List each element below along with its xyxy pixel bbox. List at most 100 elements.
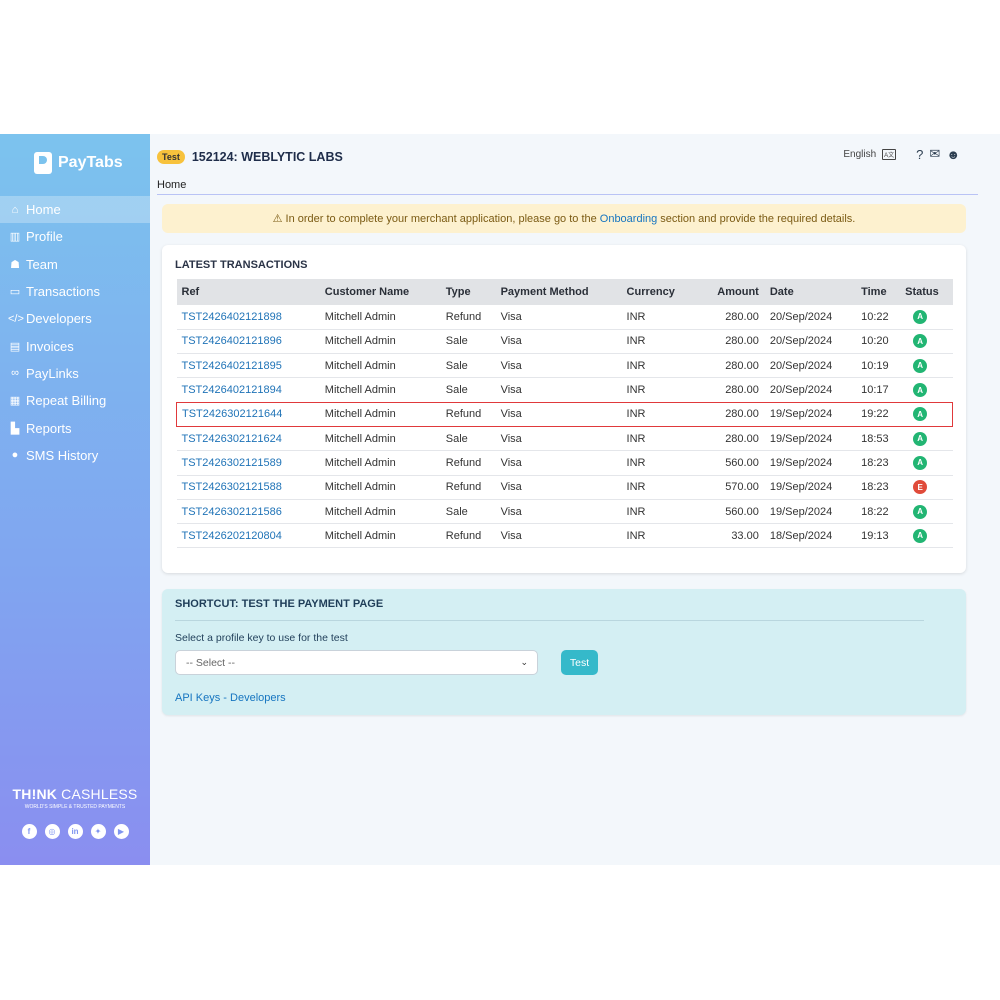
test-button[interactable]: Test (561, 650, 598, 675)
cell-ref[interactable]: TST2426202120804 (177, 524, 320, 548)
cell-ref[interactable]: TST2426302121588 (177, 475, 320, 499)
youtube-icon[interactable]: ▶ (113, 824, 129, 839)
sidebar-item-sms-history[interactable]: ● SMS History (0, 442, 150, 469)
column-header[interactable]: Payment Method (496, 279, 622, 305)
status-badge: A (913, 407, 928, 422)
cell-time: 18:53 (861, 432, 889, 445)
cell-time: 19:13 (861, 529, 889, 542)
sidebar-item-label: Team (26, 256, 58, 272)
table-row[interactable]: TST2426302121644 Mitchell Admin Refund Visa… (175, 401, 954, 427)
status-badge: A (913, 309, 928, 324)
linkedin-icon[interactable]: in (67, 824, 83, 839)
shortcut-divider (175, 620, 924, 621)
column-header[interactable]: Amount (694, 279, 765, 305)
table-row[interactable]: TST2426302121624 Mitchell Admin Sale Visa IN… (176, 426, 953, 451)
cell-ref[interactable]: TST2426402121898 (177, 305, 320, 329)
language-selector[interactable]: English (843, 149, 876, 160)
sidebar-item-reports[interactable]: ▙ Reports (0, 414, 150, 441)
cell-amount: 280.00 (725, 432, 759, 445)
cell-customer: Mitchell Admin (324, 432, 396, 445)
cell-time: 10:22 (861, 310, 889, 323)
cell-time: 10:19 (861, 359, 889, 372)
cell-ref[interactable]: TST2426402121896 (177, 329, 320, 353)
link-icon: ∞ (11, 367, 19, 380)
column-header[interactable]: Currency (622, 279, 694, 305)
cell-ref[interactable]: TST2426302121624 (177, 426, 320, 450)
topbar: Test 152124: WEBLYTIC LABS (157, 150, 343, 164)
cell-amount: 280.00 (725, 359, 759, 372)
help-icon[interactable]: ? (916, 147, 923, 162)
cell-ref[interactable]: TST2426402121895 (177, 354, 320, 378)
table-row[interactable]: TST2426402121898 Mitchell Admin Refund Visa… (176, 305, 953, 330)
card-icon: ▭ (9, 286, 21, 299)
table-row[interactable]: TST2426402121895 Mitchell Admin Sale Visa IN… (176, 354, 953, 378)
paytabs-logo[interactable]: PayTabs (34, 152, 123, 174)
cell-date: 19/Sep/2024 (769, 481, 833, 494)
language-icon[interactable]: A文 (882, 148, 897, 160)
onboarding-link[interactable]: Onboarding (600, 213, 658, 225)
cell-status: A (900, 499, 952, 523)
user-icon[interactable]: ☻ (946, 147, 960, 162)
cell-amount: 560.00 (725, 456, 759, 469)
instagram-icon[interactable]: ◎ (44, 824, 60, 839)
bank-icon: ▥ (9, 231, 21, 244)
cell-ref[interactable]: TST2426302121589 (177, 451, 320, 475)
status-badge: A (913, 455, 928, 470)
cell-customer: Mitchell Admin (324, 456, 396, 469)
sidebar-item-developers[interactable]: </> Developers (0, 305, 150, 332)
table-row[interactable]: TST2426302121586 Mitchell Admin Sale Visa IN… (176, 499, 953, 524)
cell-ref[interactable]: TST2426302121586 (177, 499, 320, 523)
table-row[interactable]: TST2426302121588 Mitchell Admin Refund Visa… (176, 475, 953, 500)
cell-ref[interactable]: TST2426402121894 (177, 378, 320, 402)
cell-type: Refund (445, 310, 482, 323)
cell-type: Sale (445, 505, 468, 518)
sidebar-item-transactions[interactable]: ▭ Transactions (0, 278, 150, 305)
status-badge: A (913, 504, 928, 519)
mail-icon[interactable]: ✉ (929, 146, 940, 162)
facebook-icon[interactable]: f (21, 824, 37, 839)
sidebar-item-team[interactable]: ☗ Team (0, 251, 150, 278)
table-row[interactable]: TST2426402121896 Mitchell Admin Sale Visa IN… (176, 329, 953, 354)
sidebar-item-profile[interactable]: ▥ Profile (0, 223, 150, 250)
cell-currency: INR (621, 401, 694, 427)
column-header[interactable]: Time (856, 279, 900, 305)
table-row[interactable]: TST2426202120804 Mitchell Admin Refund Visa… (176, 524, 953, 548)
sidebar-item-repeat-billing[interactable]: ▦ Repeat Billing (0, 387, 150, 414)
api-keys-link[interactable]: API Keys - Developers (175, 692, 286, 704)
cell-currency: INR (626, 384, 646, 397)
sms-icon: ● (11, 449, 19, 462)
profile-key-select[interactable]: -- Select -- ⌄ (175, 650, 538, 675)
table-row[interactable]: TST2426402121894 Mitchell Admin Sale Visa IN… (176, 378, 953, 403)
status-badge: A (913, 334, 928, 349)
cell-status: A (900, 524, 952, 548)
table-row[interactable]: TST2426302121589 Mitchell Admin Refund Visa… (176, 451, 953, 476)
cell-status: A (900, 329, 952, 353)
cell-method: Visa (500, 456, 522, 469)
onboarding-alert: ⚠ In order to complete your merchant app… (162, 204, 966, 233)
cell-amount: 280.00 (693, 401, 765, 427)
column-header[interactable]: Date (765, 279, 856, 305)
merchant-name: 152124: WEBLYTIC LABS (191, 150, 343, 164)
cell-date: 19/Sep/2024 (769, 432, 833, 445)
cell-time: 18:23 (861, 481, 889, 494)
twitter-icon[interactable]: ✦ (90, 824, 106, 839)
chevron-down-icon: ⌄ (520, 657, 528, 667)
sidebar-item-paylinks[interactable]: ∞ PayLinks (0, 360, 150, 387)
alert-text-after: section and provide the required details… (660, 212, 856, 225)
column-header[interactable]: Type (441, 279, 496, 305)
column-header[interactable]: Ref (177, 279, 320, 305)
breadcrumb[interactable]: Home (157, 179, 186, 191)
think-cashless: TH!NK CASHLESS (0, 786, 150, 802)
column-header[interactable]: Status (900, 279, 952, 305)
cell-ref[interactable]: TST2426302121644 (175, 401, 320, 427)
cell-method: Visa (500, 529, 522, 542)
logo-icon (34, 152, 52, 174)
cell-type: Sale (445, 432, 468, 445)
sidebar-item-home[interactable]: ⌂ Home (0, 196, 150, 224)
sidebar-item-invoices[interactable]: ▤ Invoices (0, 332, 150, 359)
cell-method: Visa (495, 401, 622, 427)
cell-amount: 570.00 (725, 481, 759, 494)
table-body: TST2426402121898 Mitchell Admin Refund Visa… (175, 305, 954, 548)
status-badge: A (913, 431, 928, 446)
column-header[interactable]: Customer Name (320, 279, 441, 305)
